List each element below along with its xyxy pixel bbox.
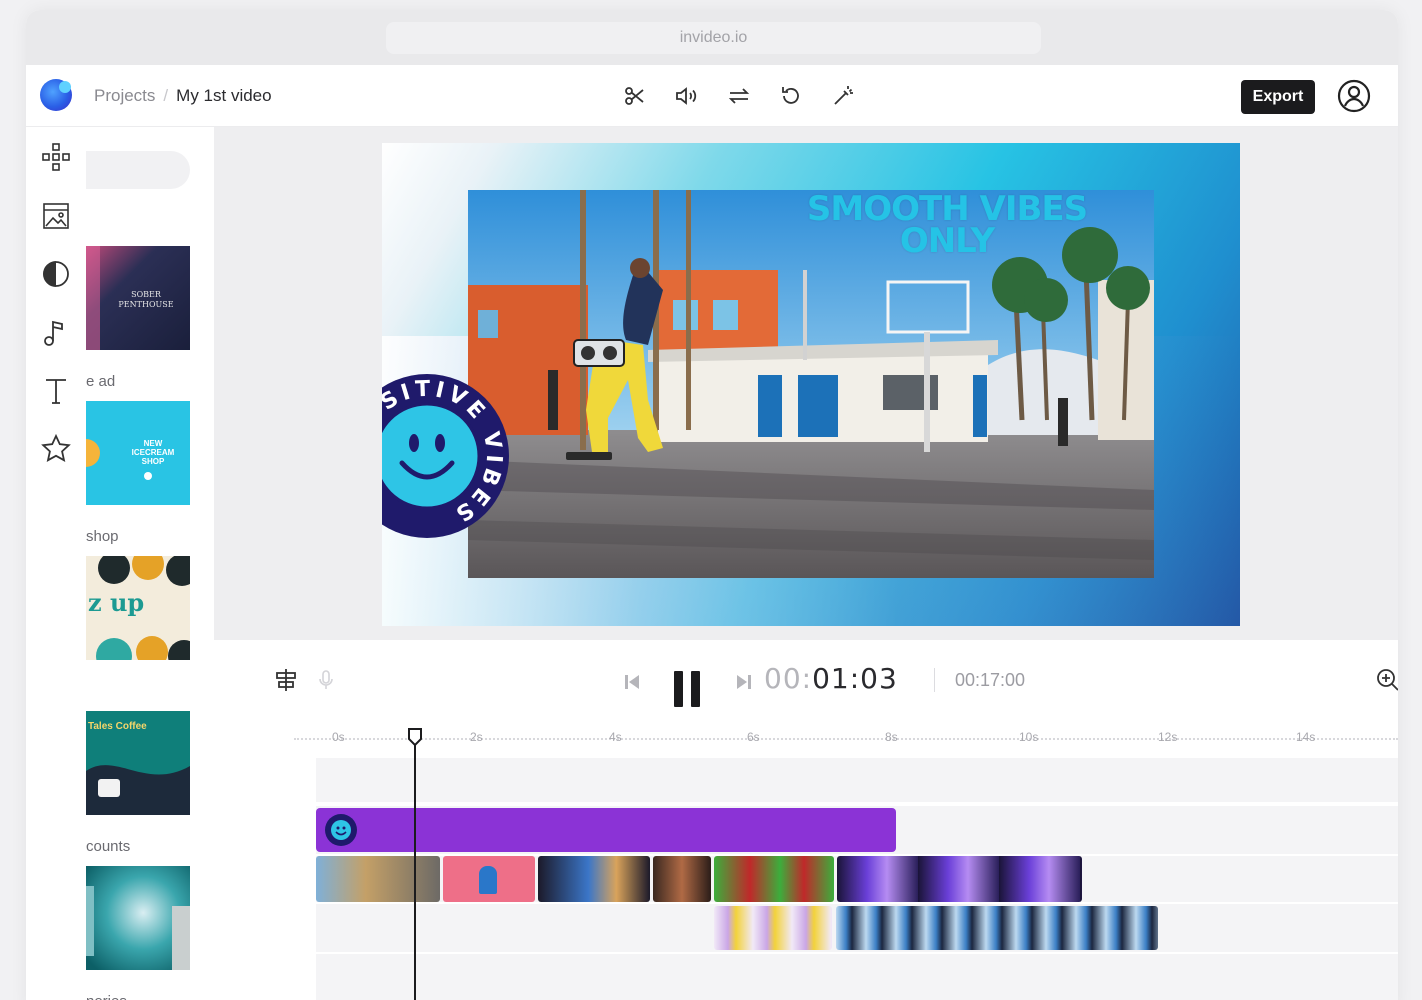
timecode-prefix: 00: bbox=[764, 662, 813, 695]
ruler-tick: 10s bbox=[1019, 730, 1039, 744]
ruler-tick: 14s bbox=[1296, 730, 1316, 744]
template-label: e ad bbox=[86, 373, 116, 390]
timeline-track-overlay[interactable] bbox=[316, 904, 1398, 952]
template-thumbnail[interactable]: z up bbox=[86, 556, 190, 660]
templates-panel: SOBER PENTHOUSE e ad NEW ICECREAM SHOP s… bbox=[86, 127, 214, 1000]
tool-rail bbox=[26, 127, 86, 1000]
url-bar[interactable]: invideo.io bbox=[386, 22, 1041, 54]
overlay-clip[interactable] bbox=[714, 906, 832, 950]
ruler-tick: 12s bbox=[1158, 730, 1178, 744]
breadcrumb-current: My 1st video bbox=[176, 86, 272, 105]
video-clip[interactable] bbox=[837, 856, 1082, 902]
time-ruler[interactable]: 0s 2s 4s 6s 8s 10s 12s 14s bbox=[214, 720, 1398, 750]
ruler-tick: 6s bbox=[747, 730, 760, 744]
media-icon[interactable] bbox=[40, 200, 72, 232]
swap-icon[interactable] bbox=[724, 81, 754, 111]
timeline-panel: 00:01:03 00:17:00 0s 2s 4s 6s 8s 10s 12s… bbox=[214, 640, 1398, 1000]
browser-chrome: invideo.io bbox=[26, 10, 1398, 65]
timecode-main: 01:03 bbox=[812, 662, 898, 695]
pause-button[interactable] bbox=[669, 668, 705, 710]
sticker-clip-thumbnail bbox=[325, 814, 357, 846]
timeline-track-video[interactable] bbox=[316, 856, 1398, 902]
scissors-icon[interactable] bbox=[620, 81, 650, 111]
headline-line-2: ONLY bbox=[899, 221, 995, 261]
export-button[interactable]: Export bbox=[1241, 80, 1315, 114]
positive-vibes-sticker[interactable]: POSITIVE VIBES bbox=[382, 371, 512, 541]
video-headline[interactable]: SMOOTH VIBES ONLY bbox=[742, 192, 1152, 261]
video-clip[interactable] bbox=[443, 856, 535, 902]
magic-wand-icon[interactable] bbox=[828, 81, 858, 111]
ruler-tick: 2s bbox=[470, 730, 483, 744]
timeline-track-sticker[interactable] bbox=[316, 806, 1398, 854]
split-track-icon[interactable] bbox=[272, 666, 300, 694]
total-duration: 00:17:00 bbox=[955, 670, 1026, 690]
breadcrumb: Projects / My 1st video bbox=[94, 86, 272, 106]
video-clip[interactable] bbox=[653, 856, 711, 902]
ruler-tick: 8s bbox=[885, 730, 898, 744]
template-thumbnail-title: NEW ICECREAM SHOP bbox=[131, 439, 175, 466]
zoom-in-icon[interactable] bbox=[1374, 666, 1398, 694]
overlay-clip[interactable] bbox=[836, 906, 1158, 950]
template-thumbnail[interactable]: Tales Coffee bbox=[86, 711, 190, 815]
playback-controls: 00:01:03 00:17:00 bbox=[214, 640, 1398, 720]
timecode-divider bbox=[934, 668, 935, 692]
timeline-track-audio[interactable] bbox=[316, 954, 1398, 1000]
skip-forward-icon[interactable] bbox=[732, 670, 756, 694]
template-label: counts bbox=[86, 838, 131, 855]
volume-icon[interactable] bbox=[672, 81, 702, 111]
current-timecode: 00:01:03 bbox=[764, 662, 898, 695]
template-thumbnail-title: Tales Coffee bbox=[88, 721, 147, 732]
template-label: shop bbox=[86, 528, 119, 545]
template-thumbnail[interactable] bbox=[86, 866, 190, 970]
template-thumbnail[interactable]: SOBER PENTHOUSE bbox=[86, 246, 190, 350]
video-canvas[interactable]: SMOOTH VIBES ONLY POSITIVE VIBES bbox=[382, 143, 1240, 626]
sticker-clip[interactable] bbox=[316, 808, 896, 852]
rotate-icon[interactable] bbox=[776, 81, 806, 111]
layout-icon[interactable] bbox=[40, 141, 72, 173]
ruler-dots bbox=[294, 738, 1398, 740]
timeline-track-empty[interactable] bbox=[316, 758, 1398, 802]
top-bar: Projects / My 1st video Export bbox=[26, 65, 1398, 127]
user-avatar-icon[interactable] bbox=[1337, 79, 1371, 113]
video-clip[interactable] bbox=[538, 856, 650, 902]
app-window: invideo.io Projects / My 1st video Expor… bbox=[26, 10, 1398, 1000]
stickers-icon[interactable] bbox=[40, 258, 72, 290]
template-search-input[interactable] bbox=[86, 151, 190, 189]
video-clip[interactable] bbox=[316, 856, 440, 902]
preview-stage: SMOOTH VIBES ONLY POSITIVE VIBES bbox=[214, 127, 1398, 640]
skip-back-icon[interactable] bbox=[620, 670, 644, 694]
playhead-handle[interactable] bbox=[407, 728, 423, 747]
ruler-tick: 0s bbox=[332, 730, 345, 744]
music-icon[interactable] bbox=[40, 317, 72, 349]
video-clip[interactable] bbox=[714, 856, 834, 902]
template-label: nories bbox=[86, 993, 127, 1000]
template-thumbnail-title: z up bbox=[88, 588, 145, 617]
ruler-tick: 4s bbox=[609, 730, 622, 744]
invideo-logo[interactable] bbox=[40, 79, 72, 111]
microphone-icon[interactable] bbox=[316, 668, 336, 692]
template-thumbnail-title: SOBER PENTHOUSE bbox=[118, 290, 174, 309]
breadcrumb-projects[interactable]: Projects bbox=[94, 86, 155, 106]
template-thumbnail[interactable]: NEW ICECREAM SHOP bbox=[86, 401, 190, 505]
playhead-line[interactable] bbox=[414, 728, 416, 1000]
breadcrumb-separator: / bbox=[163, 86, 169, 105]
star-icon[interactable] bbox=[40, 433, 72, 465]
text-icon[interactable] bbox=[40, 375, 72, 407]
editing-tools bbox=[620, 81, 858, 111]
